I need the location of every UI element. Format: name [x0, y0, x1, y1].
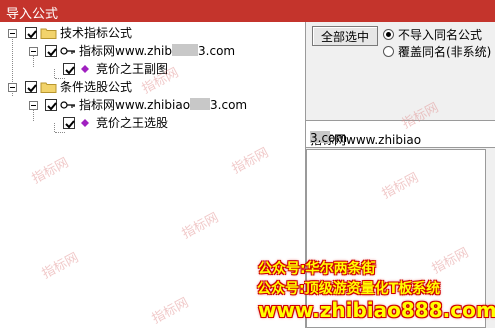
- formula-label: 竞价之王选股: [96, 116, 169, 130]
- key-icon: [60, 101, 75, 109]
- folder-icon: [40, 28, 57, 39]
- collapse-toggle-icon[interactable]: [29, 101, 38, 110]
- promo-line-1: 公众号:华尔两条街: [258, 261, 376, 277]
- collapse-toggle-icon[interactable]: [29, 47, 38, 56]
- collapse-toggle-icon[interactable]: [8, 83, 17, 92]
- tree-source-node[interactable]: 指标网www.zhib 3.com: [0, 42, 300, 60]
- source-checkbox[interactable]: [45, 45, 57, 57]
- select-all-button[interactable]: 全部选中: [312, 26, 378, 46]
- promo-line-3: www.zhibiao888.com: [258, 298, 495, 322]
- key-icon: [60, 47, 75, 55]
- radio-skip-duplicates-label[interactable]: 不导入同名公式: [398, 26, 482, 43]
- tree-connector: [55, 132, 65, 133]
- promo-line-2: 公众号:顶级游资量化T板系统: [257, 281, 441, 297]
- formula-icon: [81, 65, 89, 73]
- radio-overwrite[interactable]: [383, 46, 394, 57]
- group-label: 条件选股公式: [60, 80, 133, 94]
- formula-icon: [81, 119, 89, 127]
- radio-overwrite-label[interactable]: 覆盖同名(非系统): [398, 43, 491, 60]
- group-checkbox[interactable]: [25, 27, 37, 39]
- formula-checkbox[interactable]: [63, 63, 75, 75]
- folder-icon: [40, 82, 57, 93]
- source-checkbox[interactable]: [45, 99, 57, 111]
- tree-group-technical[interactable]: 技术指标公式: [0, 24, 300, 42]
- group-label: 技术指标公式: [60, 26, 133, 40]
- group-checkbox[interactable]: [25, 81, 37, 93]
- window-title: 导入公式: [6, 7, 59, 22]
- formula-checkbox[interactable]: [63, 117, 75, 129]
- source-label: 指标网www.zhib 3.com: [79, 44, 236, 58]
- source-label: 指标网www.zhibiao 3.com: [79, 98, 248, 112]
- source-info-box: 指标网www.zhibiao 3.com: [306, 120, 495, 148]
- radio-skip-duplicates[interactable]: [383, 29, 394, 40]
- collapse-toggle-icon[interactable]: [8, 29, 17, 38]
- title-bar: 导入公式: [0, 0, 495, 22]
- tree-formula-item[interactable]: 竞价之王选股: [0, 114, 300, 132]
- tree-source-node[interactable]: 指标网www.zhibiao 3.com: [0, 96, 300, 114]
